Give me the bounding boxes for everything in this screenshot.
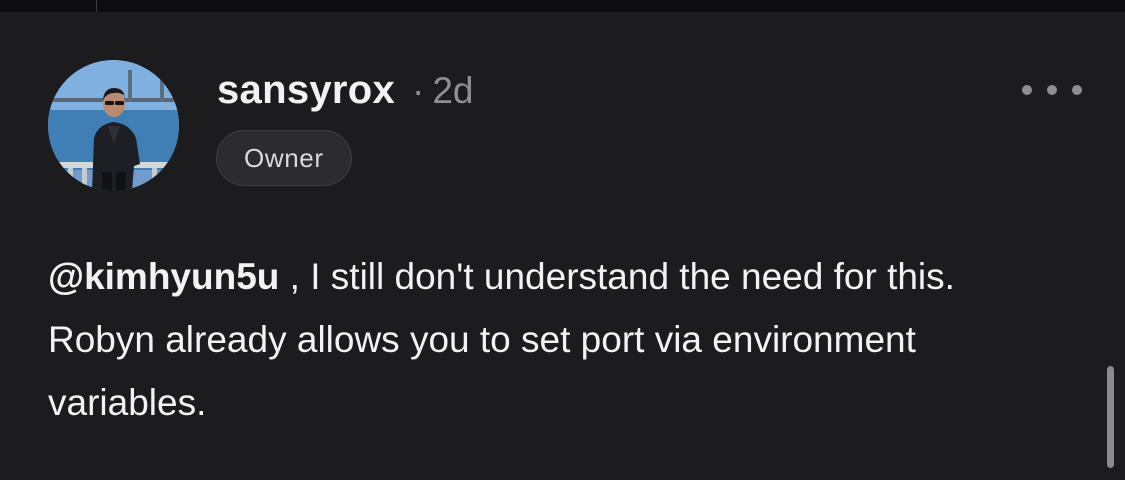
- more-horizontal-icon: [1022, 85, 1032, 95]
- user-mention[interactable]: @kimhyun5u: [48, 256, 279, 297]
- comment-age: 2d: [432, 70, 474, 111]
- avatar-photo: [48, 60, 179, 191]
- more-horizontal-icon: [1072, 85, 1082, 95]
- author-username[interactable]: sansyrox: [217, 68, 395, 113]
- owner-badge: Owner: [216, 130, 352, 186]
- top-divider: [96, 0, 97, 12]
- comment-meta: · 2d: [412, 70, 473, 112]
- comment-card: sansyrox · 2d Owner @kimhyun5u , I still …: [0, 12, 1125, 480]
- avatar[interactable]: [48, 60, 179, 191]
- more-horizontal-icon: [1047, 85, 1057, 95]
- scrollbar[interactable]: [1107, 366, 1114, 468]
- more-options-button[interactable]: [1022, 78, 1082, 102]
- comment-body: @kimhyun5u , I still don't understand th…: [48, 245, 1058, 434]
- top-strip: [0, 0, 1125, 12]
- meta-separator: ·: [412, 70, 425, 111]
